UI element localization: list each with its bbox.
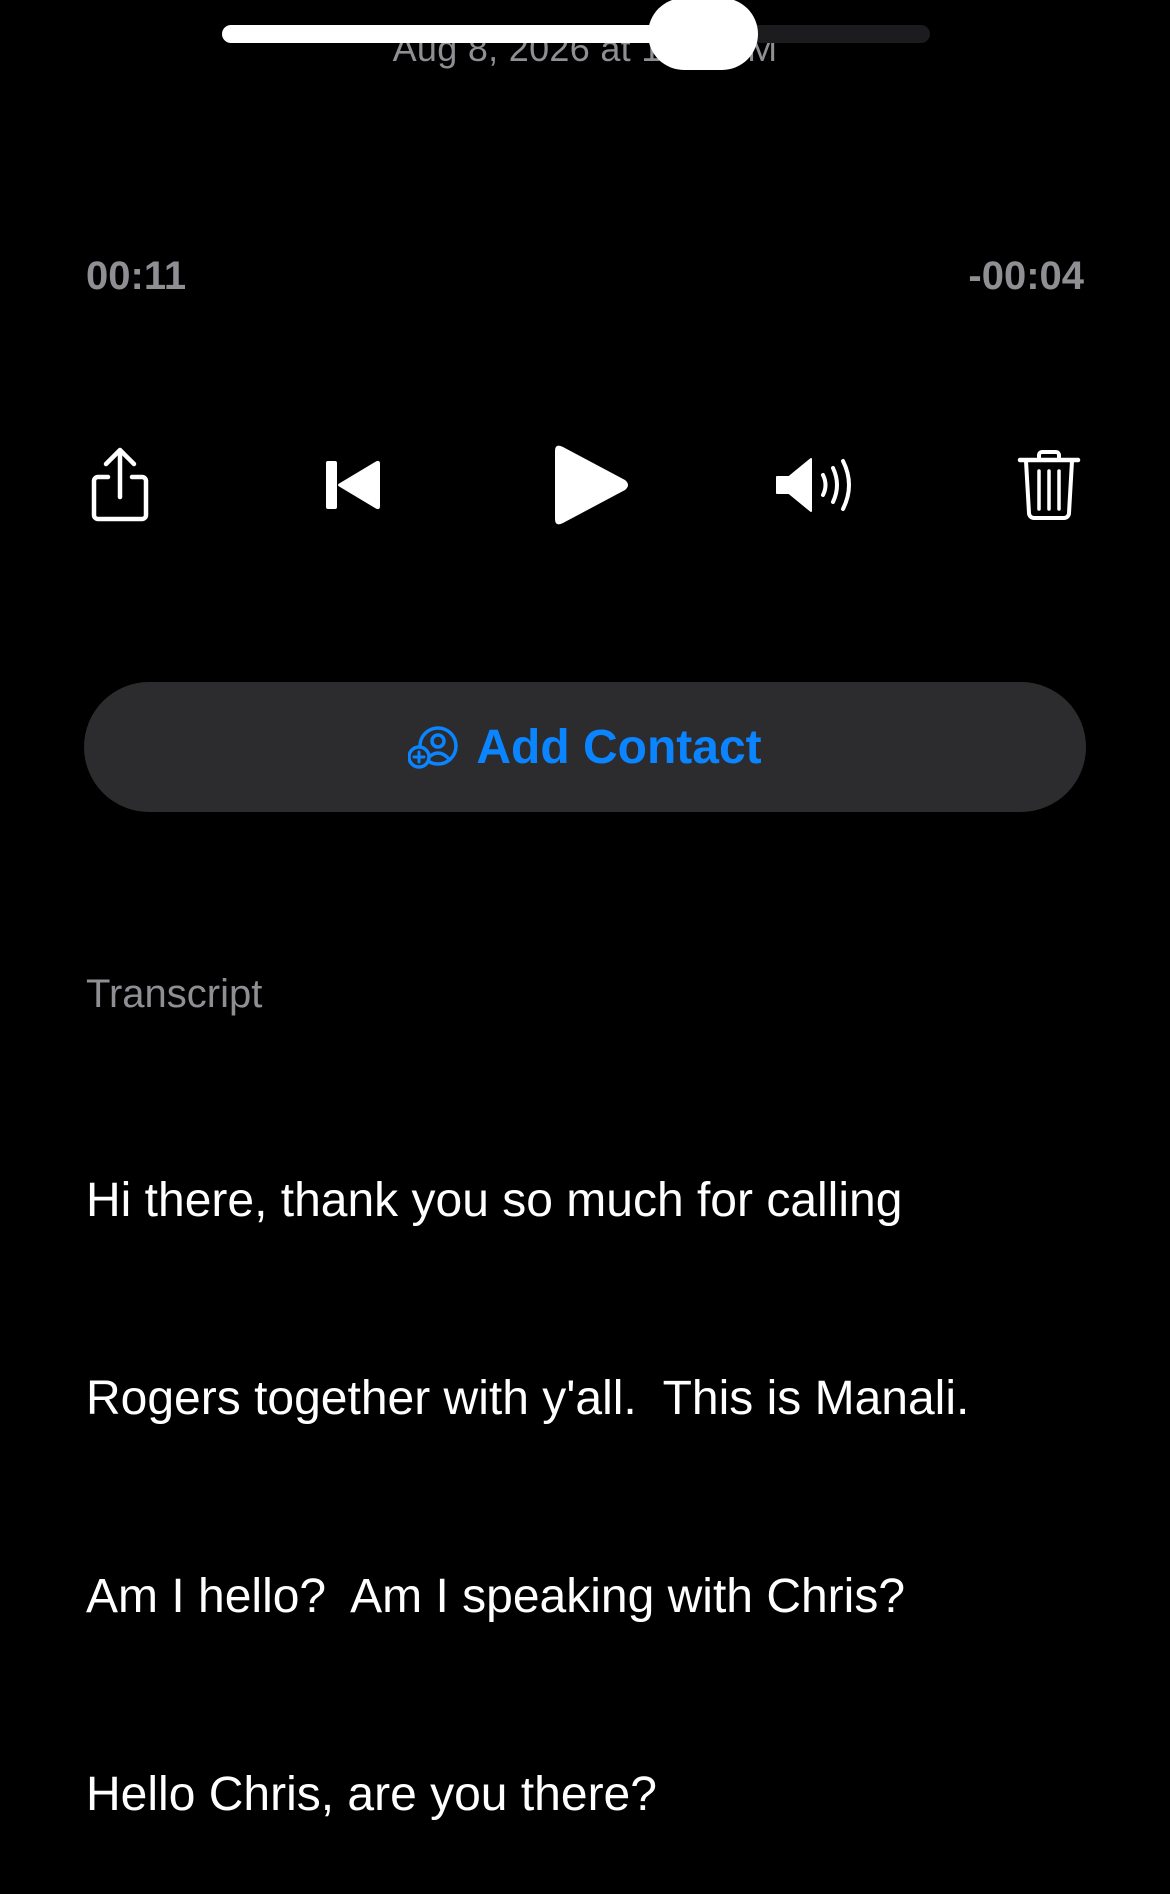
transcript-line: Hello Chris, are you there? (86, 1768, 657, 1821)
person-add-icon (408, 726, 459, 769)
speaker-button[interactable] (772, 430, 864, 540)
play-button[interactable] (548, 430, 632, 540)
skip-back-button[interactable] (318, 430, 388, 540)
skip-back-icon (326, 460, 380, 510)
transcript-line: Hi there, thank you so much for calling (86, 1174, 903, 1227)
add-contact-button[interactable]: Add Contact (84, 682, 1086, 812)
speaker-icon (776, 458, 851, 512)
remaining-time: -00:04 (968, 254, 1084, 298)
delete-button[interactable] (1016, 430, 1082, 540)
add-contact-label: Add Contact (476, 720, 762, 774)
playback-scrubber-thumb[interactable] (648, 0, 758, 70)
transcript-text: Hi there, thank you so much for calling … (86, 1036, 1086, 1894)
share-button[interactable] (86, 430, 154, 540)
playback-progress-fill (222, 25, 703, 43)
playback-scrubber-row: 00:11 -00:04 (0, 240, 1170, 312)
transcript-heading: Transcript (86, 972, 263, 1016)
elapsed-time: 00:11 (86, 254, 187, 298)
share-icon (91, 447, 149, 522)
playback-scrubber[interactable] (222, 0, 930, 70)
transcript-line: Rogers together with y'all. This is Mana… (86, 1372, 970, 1425)
trash-icon (1017, 450, 1081, 520)
play-icon (555, 445, 628, 525)
playback-controls (0, 430, 1170, 540)
transcript-line: Am I hello? Am I speaking with Chris? (86, 1570, 906, 1623)
